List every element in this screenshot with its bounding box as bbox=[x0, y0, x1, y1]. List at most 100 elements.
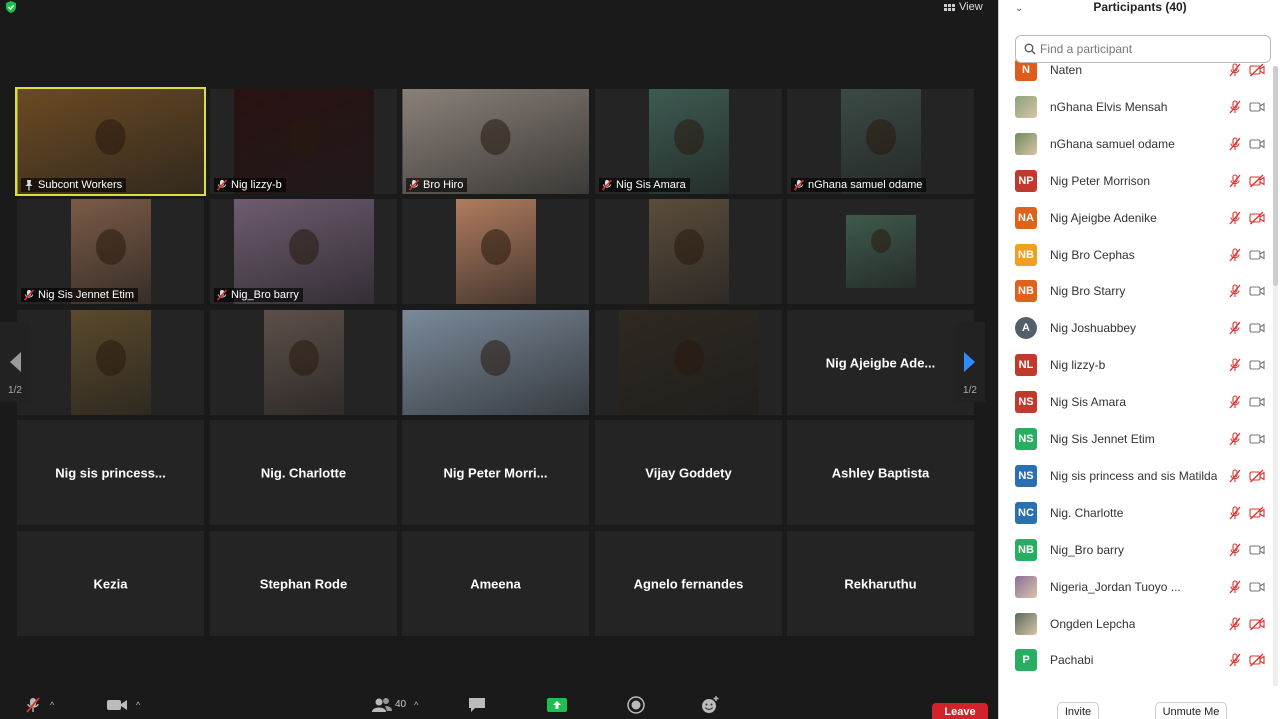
share-screen-button[interactable] bbox=[546, 690, 568, 719]
unmute-me-button[interactable]: Unmute Me bbox=[1155, 702, 1227, 719]
leave-meeting-button[interactable]: Leave bbox=[932, 703, 988, 719]
name-only-tile[interactable]: Nig Peter Morri... bbox=[402, 420, 589, 525]
video-tile[interactable] bbox=[595, 199, 782, 304]
mic-muted-icon[interactable] bbox=[1228, 543, 1242, 557]
video-tile[interactable]: Subcont Workers bbox=[15, 87, 206, 196]
participant-row[interactable]: NS Nig Sis Amara bbox=[999, 384, 1280, 420]
video-tile[interactable]: Nig Sis Amara bbox=[595, 89, 782, 194]
mic-muted-icon[interactable] bbox=[1228, 653, 1242, 667]
mic-muted-icon[interactable] bbox=[1228, 616, 1242, 631]
participant-row[interactable]: NL Nig lizzy-b bbox=[999, 347, 1280, 383]
name-only-tile[interactable]: Ameena bbox=[402, 531, 589, 636]
participant-row[interactable]: nGhana samuel odame bbox=[999, 126, 1280, 162]
mic-muted-icon[interactable] bbox=[1228, 432, 1242, 446]
name-only-tile[interactable]: Stephan Rode bbox=[210, 531, 397, 636]
participant-list-scrollbar[interactable] bbox=[1273, 66, 1278, 686]
name-only-tile[interactable]: Agnelo fernandes bbox=[595, 531, 782, 636]
participants-button[interactable]: 40 ^ bbox=[371, 690, 418, 719]
video-tile[interactable]: nGhana samuel odame bbox=[787, 89, 974, 194]
scrollbar-thumb[interactable] bbox=[1273, 66, 1278, 286]
video-tile[interactable] bbox=[787, 199, 974, 304]
name-only-tile[interactable]: Ashley Baptista bbox=[787, 420, 974, 525]
mic-muted-icon[interactable] bbox=[1228, 284, 1242, 298]
mute-button[interactable]: ^ bbox=[24, 690, 54, 719]
participant-row[interactable]: NC Nig. Charlotte bbox=[999, 495, 1280, 531]
mic-muted-icon[interactable] bbox=[1228, 211, 1242, 225]
chat-button[interactable] bbox=[467, 690, 487, 719]
mic-muted-icon[interactable] bbox=[1228, 63, 1242, 77]
video-camera-icon[interactable] bbox=[1249, 358, 1265, 372]
participant-name: Vijay Goddety bbox=[645, 465, 732, 480]
reactions-button[interactable] bbox=[700, 690, 720, 719]
mic-muted-icon[interactable] bbox=[1228, 506, 1242, 520]
participants-options-caret[interactable]: ^ bbox=[414, 700, 418, 710]
video-camera-icon[interactable] bbox=[1249, 395, 1265, 409]
participant-row[interactable]: NA Nig Ajeigbe Adenike bbox=[999, 200, 1280, 236]
name-only-tile[interactable]: Kezia bbox=[17, 531, 204, 636]
name-only-tile[interactable]: Rekharuthu bbox=[787, 531, 974, 636]
video-tile[interactable]: Nig Sis Jennet Etim bbox=[17, 199, 204, 304]
participant-row[interactable]: nGhana Elvis Mensah bbox=[999, 89, 1280, 125]
participant-search-input[interactable] bbox=[1040, 42, 1240, 56]
video-tile[interactable] bbox=[17, 310, 204, 415]
person-silhouette bbox=[480, 340, 511, 376]
name-only-tile[interactable]: Nig Ajeigbe Ade... bbox=[787, 310, 974, 415]
participant-row[interactable]: P Pachabi bbox=[999, 642, 1280, 678]
participant-row[interactable]: NS Nig Sis Jennet Etim bbox=[999, 421, 1280, 457]
video-camera-icon[interactable] bbox=[1249, 137, 1265, 151]
participant-row[interactable]: NS Nig sis princess and sis Matilda bbox=[999, 458, 1280, 494]
next-page-button[interactable]: 1/2 bbox=[955, 322, 985, 402]
mic-muted-icon[interactable] bbox=[1228, 100, 1242, 114]
mic-muted-icon[interactable] bbox=[1228, 137, 1242, 151]
invite-button[interactable]: Invite bbox=[1057, 702, 1099, 719]
record-button[interactable] bbox=[627, 690, 645, 719]
participant-row[interactable]: NB Nig_Bro barry bbox=[999, 532, 1280, 568]
video-tile[interactable] bbox=[595, 310, 782, 415]
participant-row[interactable]: Nigeria_Jordan Tuoyo ... bbox=[999, 569, 1280, 605]
view-button[interactable]: View bbox=[944, 0, 983, 14]
mic-muted-icon[interactable] bbox=[1228, 174, 1242, 188]
video-tile[interactable] bbox=[210, 310, 397, 415]
mic-muted-icon[interactable] bbox=[1228, 358, 1242, 372]
video-button[interactable]: ^ bbox=[106, 690, 140, 719]
participant-row[interactable]: Ongden Lepcha bbox=[999, 606, 1280, 642]
video-off-icon[interactable] bbox=[1249, 506, 1265, 520]
mic-muted-icon[interactable] bbox=[1228, 247, 1242, 262]
participant-row[interactable]: NP Nig Peter Morrison bbox=[999, 163, 1280, 199]
video-off-icon[interactable] bbox=[1249, 63, 1265, 77]
video-tile[interactable] bbox=[402, 199, 589, 304]
mic-muted-icon[interactable] bbox=[1228, 469, 1242, 483]
name-only-tile[interactable]: Nig sis princess... bbox=[17, 420, 204, 525]
audio-options-caret[interactable]: ^ bbox=[50, 700, 54, 710]
participant-name: Nig Peter Morri... bbox=[443, 465, 548, 480]
mic-muted-icon[interactable] bbox=[1228, 321, 1242, 335]
video-off-icon[interactable] bbox=[1249, 211, 1265, 225]
name-only-tile[interactable]: Vijay Goddety bbox=[595, 420, 782, 525]
video-camera-icon[interactable] bbox=[1249, 248, 1265, 262]
participant-search-box[interactable] bbox=[1015, 35, 1271, 63]
video-tile[interactable]: Nig_Bro barry bbox=[210, 199, 397, 304]
video-off-icon[interactable] bbox=[1249, 174, 1265, 188]
video-options-caret[interactable]: ^ bbox=[136, 700, 140, 710]
video-off-icon[interactable] bbox=[1249, 617, 1265, 631]
video-tile[interactable]: Bro Hiro bbox=[402, 89, 589, 194]
video-camera-icon[interactable] bbox=[1249, 321, 1265, 335]
name-only-tile[interactable]: Nig. Charlotte bbox=[210, 420, 397, 525]
chat-bubble-icon bbox=[469, 697, 485, 712]
video-camera-icon[interactable] bbox=[1249, 432, 1265, 446]
video-camera-icon[interactable] bbox=[1249, 543, 1265, 557]
video-tile[interactable] bbox=[402, 310, 589, 415]
video-off-icon[interactable] bbox=[1249, 469, 1265, 483]
previous-page-button[interactable]: 1/2 bbox=[0, 322, 30, 402]
participant-row[interactable]: NB Nig Bro Cephas bbox=[999, 237, 1280, 273]
video-off-icon[interactable] bbox=[1249, 653, 1265, 667]
participant-row[interactable]: NB Nig Bro Starry bbox=[999, 273, 1280, 309]
video-tile[interactable]: Nig lizzy-b bbox=[210, 89, 397, 194]
video-camera-icon[interactable] bbox=[1249, 100, 1265, 114]
mic-muted-icon[interactable] bbox=[1228, 395, 1242, 409]
security-shield-icon[interactable] bbox=[4, 0, 18, 14]
video-camera-icon[interactable] bbox=[1249, 580, 1265, 594]
video-camera-icon[interactable] bbox=[1249, 284, 1265, 298]
participant-row[interactable]: A Nig Joshuabbey bbox=[999, 310, 1280, 346]
mic-muted-icon[interactable] bbox=[1228, 580, 1242, 594]
